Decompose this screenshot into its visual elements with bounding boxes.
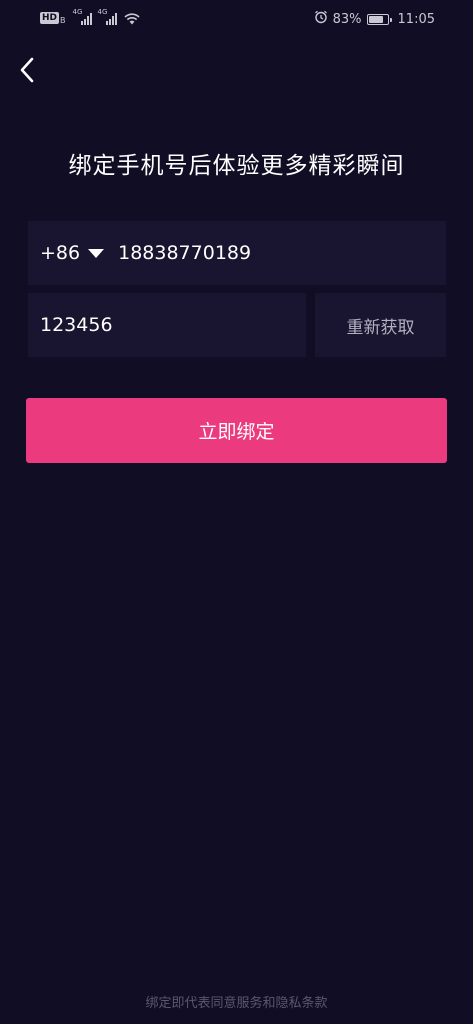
status-bar: HD B 4G 4G 83% 11:05	[0, 0, 473, 36]
chevron-left-icon	[10, 52, 46, 88]
battery-level-fill	[368, 15, 384, 23]
status-right-icons: 83% 11:05	[314, 10, 435, 28]
sim2-network-label: 4G	[97, 8, 108, 16]
alarm-icon	[314, 10, 328, 28]
verification-code-box	[28, 293, 306, 357]
phone-input-row: +86	[28, 221, 446, 285]
sim1-signal-icon: 4G	[72, 8, 92, 25]
status-time: 11:05	[397, 11, 435, 27]
wifi-icon	[123, 12, 140, 25]
battery-icon	[366, 13, 392, 25]
hd-voice-icon: HD	[40, 12, 60, 24]
status-left-icons: HD B 4G 4G	[40, 8, 140, 25]
verification-code-input[interactable]	[40, 314, 290, 336]
hd-voice-sub-label: B	[60, 16, 66, 25]
country-code-label: +86	[40, 242, 81, 264]
sim2-signal-icon: 4G	[97, 8, 117, 25]
back-button[interactable]	[10, 52, 46, 88]
bind-now-button[interactable]: 立即绑定	[26, 398, 447, 463]
verification-row: 重新获取	[28, 293, 446, 357]
page-title: 绑定手机号后体验更多精彩瞬间	[68, 153, 405, 179]
sim1-network-label: 4G	[72, 8, 83, 16]
battery-percent: 83%	[332, 11, 362, 27]
phone-number-input[interactable]	[118, 242, 419, 264]
resend-code-button[interactable]: 重新获取	[315, 293, 446, 357]
caret-down-icon	[88, 248, 105, 258]
country-code-selector[interactable]: +86	[40, 242, 105, 264]
terms-privacy-link[interactable]: 绑定即代表同意服务和隐私条款	[0, 992, 473, 1011]
